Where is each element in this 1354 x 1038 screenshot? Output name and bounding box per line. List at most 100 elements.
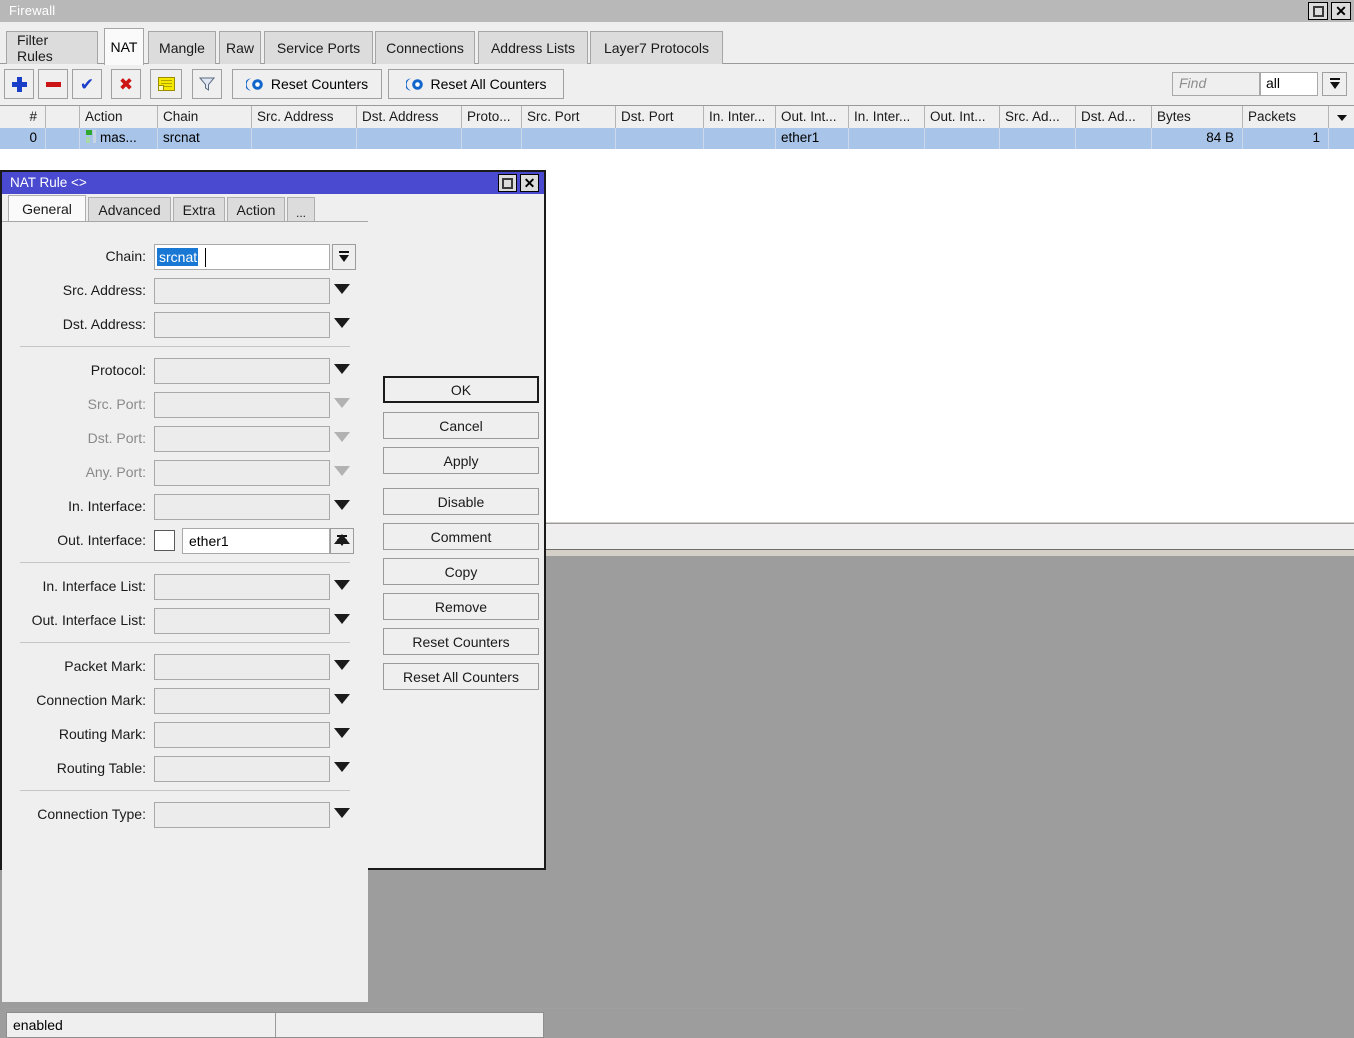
tab-nat[interactable]: NAT — [104, 28, 144, 65]
column-header-src-port[interactable]: Src. Port — [522, 106, 616, 128]
cancel-button[interactable]: Cancel — [383, 412, 539, 439]
column-header-dst-port[interactable]: Dst. Port — [616, 106, 704, 128]
chain-input[interactable]: srcnat — [154, 244, 330, 270]
column-header-label: Dst. Address — [362, 109, 439, 124]
window-close-button[interactable]: ✕ — [1331, 2, 1351, 20]
dialog-tab-general[interactable]: General — [8, 195, 86, 222]
column-header-packets[interactable]: Packets — [1243, 106, 1329, 128]
tab-raw[interactable]: Raw — [219, 31, 261, 64]
add-button[interactable] — [4, 69, 34, 99]
connection-mark-input[interactable] — [154, 688, 330, 714]
dialog-tab-extra[interactable]: Extra — [173, 197, 225, 222]
column-header-action[interactable]: Action — [80, 106, 158, 128]
tab-mangle[interactable]: Mangle — [148, 31, 216, 64]
column-header-out-int[interactable]: Out. Int... — [925, 106, 1000, 128]
ok-button[interactable]: OK — [383, 376, 539, 403]
filter-dropdown-button[interactable] — [1322, 72, 1347, 96]
find-input[interactable]: Find — [1172, 72, 1260, 96]
filter-select[interactable]: all — [1260, 72, 1318, 96]
firewall-tabstrip: Filter RulesNAT Mangle Raw Service Ports Con… — [0, 22, 1354, 64]
tab-connections[interactable]: Connections — [375, 31, 475, 64]
column-header-proto[interactable]: Proto... — [462, 106, 522, 128]
apply-button[interactable]: Apply — [383, 447, 539, 474]
tab-label: Service Ports — [277, 40, 360, 56]
tab-layer7-protocols[interactable]: Layer7 Protocols — [590, 31, 723, 64]
column-header-bytes[interactable]: Bytes — [1152, 106, 1243, 128]
column-header-dst-address[interactable]: Dst. Address — [357, 106, 462, 128]
packet-mark-input[interactable] — [154, 654, 330, 680]
column-header-in-inter[interactable]: In. Inter... — [849, 106, 925, 128]
column-header-src-ad[interactable]: Src. Ad... — [1000, 106, 1076, 128]
tab-filter-rules[interactable]: Filter Rules — [6, 31, 98, 64]
dialog-tab-advanced[interactable]: Advanced — [88, 197, 171, 222]
window-restore-button[interactable] — [1308, 2, 1328, 20]
chain-value: srcnat — [157, 248, 198, 266]
dialog-close-button[interactable]: ✕ — [520, 174, 539, 192]
filter-button[interactable] — [192, 69, 222, 99]
button-label: Apply — [443, 453, 478, 469]
label-any-port: Any. Port: — [86, 464, 146, 480]
table-cell — [616, 128, 704, 149]
dialog-tab-action[interactable]: Action — [227, 197, 285, 222]
dialog-tab-more[interactable]: ... — [287, 197, 315, 222]
column-header-[interactable]: # — [0, 106, 46, 128]
connection-type-input[interactable] — [154, 802, 330, 828]
reset-counters-button[interactable]: Reset Counters — [232, 69, 382, 99]
remove-button[interactable]: Remove — [383, 593, 539, 620]
routing-table-dropdown-arrow-icon[interactable] — [334, 762, 350, 772]
out-interface-input[interactable]: ether1 — [182, 528, 330, 554]
out-interface-checkbox[interactable] — [154, 530, 175, 551]
close-icon: ✕ — [1335, 5, 1347, 17]
restore-icon — [502, 178, 513, 189]
in-interface-list-dropdown-arrow-icon[interactable] — [334, 580, 350, 590]
packet-mark-dropdown-arrow-icon[interactable] — [334, 660, 350, 670]
src-address-dropdown-arrow-icon[interactable] — [334, 284, 350, 294]
column-header-src-address[interactable]: Src. Address — [252, 106, 357, 128]
in-interface-list-input[interactable] — [154, 574, 330, 600]
copy-button[interactable]: Copy — [383, 558, 539, 585]
column-header-chain[interactable]: Chain — [158, 106, 252, 128]
src-address-input[interactable] — [154, 278, 330, 304]
tab-label: Mangle — [159, 40, 205, 56]
dialog-tab-label: Advanced — [98, 202, 160, 218]
column-menu-button[interactable] — [1329, 106, 1354, 128]
disable-button[interactable]: ✖ — [111, 69, 141, 99]
chevron-down-bar-icon — [337, 250, 351, 264]
in-interface-input[interactable] — [154, 494, 330, 520]
table-cell: srcnat — [158, 128, 252, 149]
comment-button[interactable]: Comment — [383, 523, 539, 550]
enable-button[interactable]: ✔ — [72, 69, 102, 99]
out-interface-list-input[interactable] — [154, 608, 330, 634]
table-row[interactable]: 0mas...srcnatether184 B1 — [0, 128, 1354, 149]
out-interface-collapse-icon[interactable] — [334, 534, 350, 544]
tab-service-ports[interactable]: Service Ports — [264, 31, 373, 64]
column-header-in-inter[interactable]: In. Inter... — [704, 106, 776, 128]
comment-button[interactable] — [150, 69, 182, 99]
dst-address-input[interactable] — [154, 312, 330, 338]
connection-type-dropdown-arrow-icon[interactable] — [334, 808, 350, 818]
reset-all-counters-button[interactable]: Reset All Counters — [388, 69, 564, 99]
protocol-dropdown-arrow-icon[interactable] — [334, 364, 350, 374]
label-routing-table: Routing Table: — [57, 760, 146, 776]
disable-button[interactable]: Disable — [383, 488, 539, 515]
column-header-out-int[interactable]: Out. Int... — [776, 106, 849, 128]
routing-mark-dropdown-arrow-icon[interactable] — [334, 728, 350, 738]
column-header-label: Src. Port — [527, 109, 580, 124]
column-header[interactable] — [46, 106, 80, 128]
reset-counters-button[interactable]: Reset Counters — [383, 628, 539, 655]
reset-all-counters-button[interactable]: Reset All Counters — [383, 663, 539, 690]
src-port-dropdown-arrow-icon — [334, 398, 350, 408]
tab-address-lists[interactable]: Address Lists — [478, 31, 588, 64]
routing-mark-input[interactable] — [154, 722, 330, 748]
dialog-restore-button[interactable] — [498, 174, 517, 192]
column-header-dst-ad[interactable]: Dst. Ad... — [1076, 106, 1152, 128]
connection-mark-dropdown-arrow-icon[interactable] — [334, 694, 350, 704]
remove-button[interactable] — [38, 69, 68, 99]
chain-dropdown-button[interactable] — [332, 244, 356, 270]
protocol-input[interactable] — [154, 358, 330, 384]
dst-address-dropdown-arrow-icon[interactable] — [334, 318, 350, 328]
routing-table-input[interactable] — [154, 756, 330, 782]
out-interface-list-dropdown-arrow-icon[interactable] — [334, 614, 350, 624]
in-interface-dropdown-arrow-icon[interactable] — [334, 500, 350, 510]
funnel-icon — [199, 76, 215, 92]
